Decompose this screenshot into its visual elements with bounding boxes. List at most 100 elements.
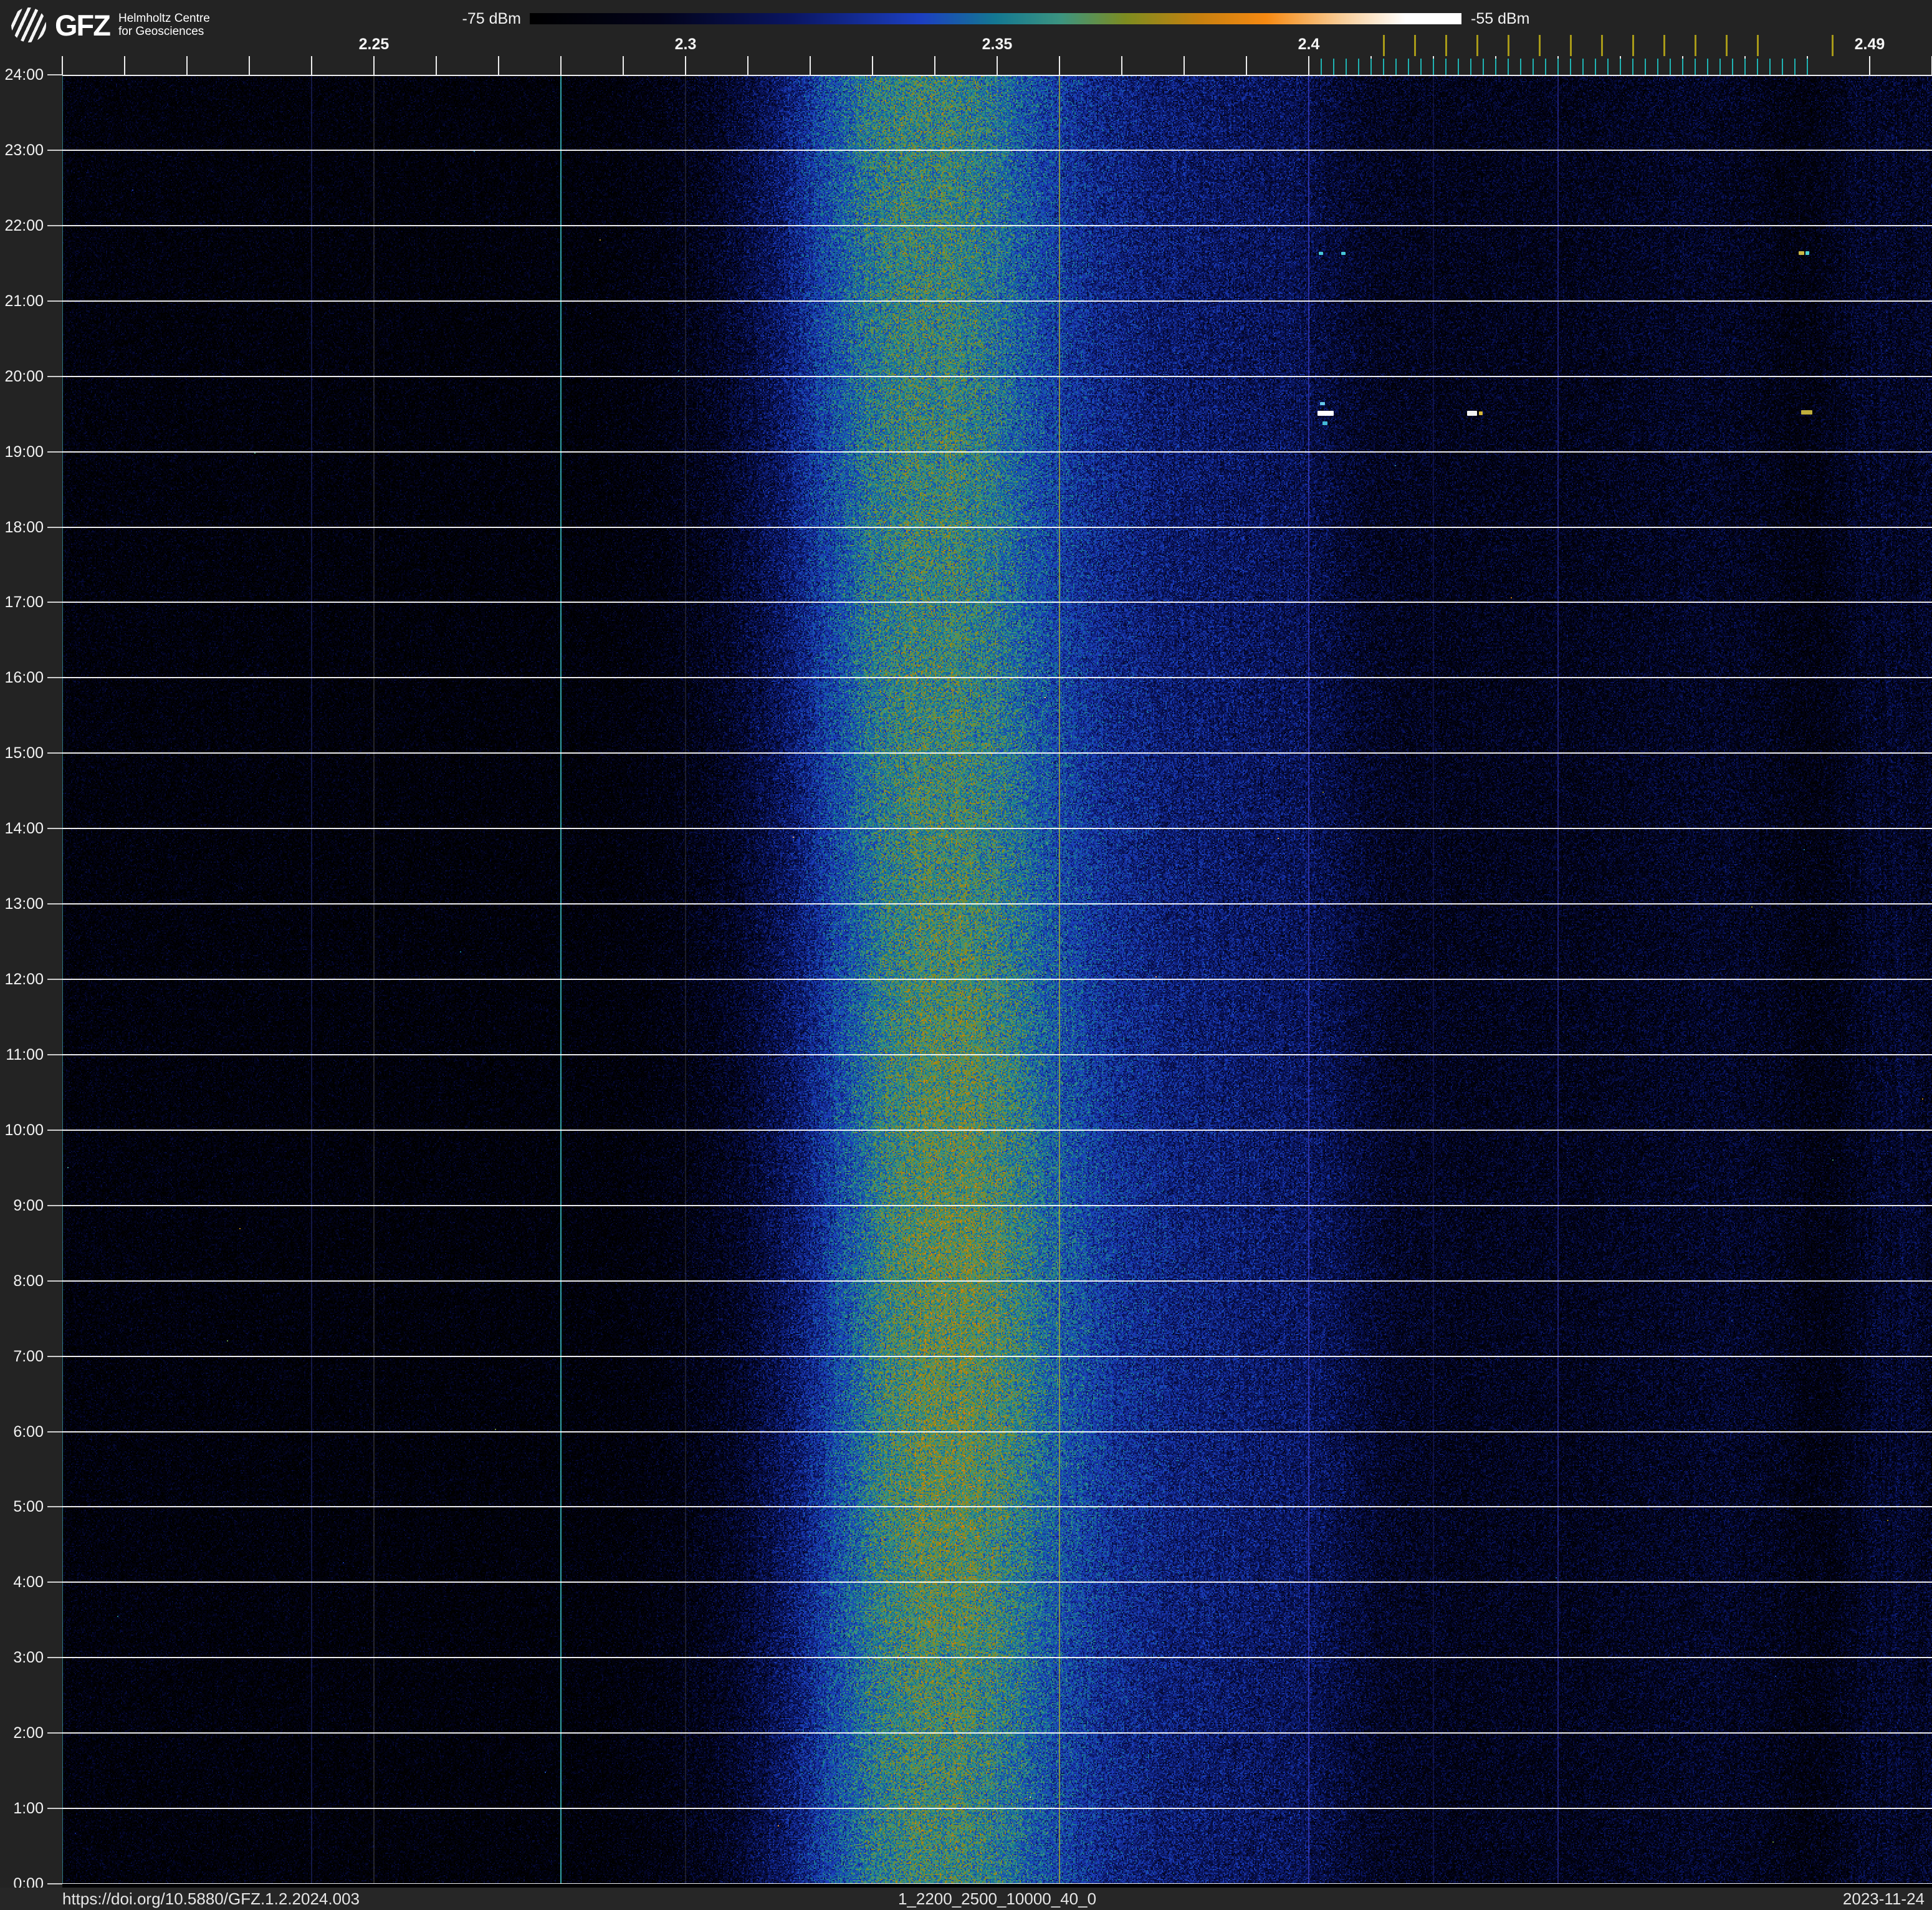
bluetooth-channel-tick [1495, 59, 1496, 75]
time-tick-label: 20:00 [0, 368, 44, 385]
time-tick [47, 376, 62, 377]
wifi-channel-tick [1383, 35, 1385, 56]
bluetooth-channel-tick [1395, 59, 1397, 75]
time-tick-label: 16:00 [0, 669, 44, 686]
brand-subtitle-line2: for Geosciences [118, 25, 204, 38]
bluetooth-channel-tick [1321, 59, 1322, 75]
frequency-tick [1059, 56, 1060, 75]
frequency-tick [124, 56, 125, 75]
gfz-logo-icon [11, 7, 46, 42]
signal-artifact [1319, 252, 1323, 255]
frequency-axis: 2.25 2.3 2.35 2.4 2.49 [0, 0, 1932, 75]
time-tick [47, 602, 62, 603]
gfz-logo: GFZ Helmholtz Centre for Geosciences [11, 7, 210, 42]
frequency-tick [623, 56, 624, 75]
time-tick [47, 74, 62, 75]
hour-gridline [62, 150, 1932, 151]
signal-artifact [1320, 402, 1325, 405]
wifi-channel-tick [1508, 35, 1509, 56]
hour-gridline [62, 1506, 1932, 1507]
frequency-tick-label: 2.3 [648, 35, 723, 54]
bluetooth-channel-tick [1782, 59, 1783, 75]
wifi-channel-tick [1601, 35, 1603, 56]
bluetooth-channel-tick [1794, 59, 1796, 75]
time-tick-label: 23:00 [0, 142, 44, 159]
time-tick [47, 1054, 62, 1055]
signal-artifact [1317, 411, 1334, 416]
signal-artifact [1799, 251, 1804, 255]
time-tick-label: 21:00 [0, 292, 44, 310]
bluetooth-channel-tick [1757, 59, 1758, 75]
bluetooth-channel-tick [1595, 59, 1596, 75]
time-tick-label: 8:00 [0, 1272, 44, 1290]
colorbar-gradient [530, 13, 1461, 24]
bluetooth-channel-tick [1370, 59, 1372, 75]
bluetooth-channel-tick [1470, 59, 1471, 75]
time-tick [47, 979, 62, 980]
time-tick-label: 22:00 [0, 217, 44, 234]
bluetooth-channel-tick [1333, 59, 1334, 75]
frequency-tick [373, 56, 375, 75]
frequency-tick [872, 56, 873, 75]
bluetooth-channel-tick [1632, 59, 1633, 75]
time-tick-label: 11:00 [0, 1046, 44, 1063]
frequency-tick [436, 56, 437, 75]
bluetooth-channel-tick [1483, 59, 1484, 75]
time-tick-label: 24:00 [0, 66, 44, 84]
bluetooth-channel-tick [1769, 59, 1771, 75]
time-tick [47, 1280, 62, 1282]
wifi-channel-tick [1632, 35, 1634, 56]
hour-gridline [62, 1205, 1932, 1206]
bluetooth-channel-tick [1670, 59, 1671, 75]
wifi-channel-tick [1539, 35, 1541, 56]
hour-gridline [62, 1732, 1932, 1734]
bluetooth-channel-tick [1445, 59, 1447, 75]
time-tick [47, 1431, 62, 1432]
time-tick-label: 13:00 [0, 895, 44, 913]
frequency-tick [997, 56, 998, 75]
frequency-tick [685, 56, 686, 75]
time-tick [47, 527, 62, 528]
frequency-tick [934, 56, 935, 75]
signal-artifact [1479, 411, 1483, 415]
time-tick-label: 7:00 [0, 1348, 44, 1365]
frequency-tick-label: 2.49 [1832, 35, 1907, 54]
time-tick-label: 3:00 [0, 1649, 44, 1666]
bluetooth-channel-tick [1458, 59, 1459, 75]
bluetooth-channel-tick [1508, 59, 1509, 75]
bluetooth-channel-tick [1420, 59, 1422, 75]
colorbar-min-label: -75 dBm [405, 10, 521, 27]
hour-gridline [62, 979, 1932, 980]
bluetooth-channel-tick [1620, 59, 1621, 75]
hour-gridline [62, 527, 1932, 528]
hour-gridline [62, 1356, 1932, 1357]
brand-text: GFZ [55, 8, 110, 42]
time-tick [47, 1356, 62, 1357]
frequency-tick [560, 56, 562, 75]
colorbar-max-label: -55 dBm [1471, 10, 1595, 27]
wifi-channel-tick [1726, 35, 1728, 56]
time-tick-label: 2:00 [0, 1724, 44, 1742]
bluetooth-channel-tick [1557, 59, 1559, 75]
time-tick [47, 300, 62, 302]
hour-gridline [62, 300, 1932, 302]
frequency-tick [747, 56, 748, 75]
time-tick [47, 1130, 62, 1131]
time-tick [47, 1581, 62, 1583]
frequency-tick [186, 56, 188, 75]
spectrogram-page: 2.25 2.3 2.35 2.4 2.49 24:00 23:00 22:00 21:00 2… [0, 0, 1932, 1910]
frequency-tick-label: 2.35 [960, 35, 1035, 54]
bluetooth-channel-tick [1682, 59, 1683, 75]
hour-gridline [62, 75, 1932, 76]
wifi-channel-tick [1445, 35, 1447, 56]
time-tick [47, 150, 62, 151]
frequency-tick-label: 2.25 [337, 35, 411, 54]
bluetooth-channel-tick [1408, 59, 1409, 75]
frequency-tick [1184, 56, 1185, 75]
bluetooth-channel-tick [1607, 59, 1609, 75]
time-tick-label: 4:00 [0, 1573, 44, 1591]
hour-gridline [62, 376, 1932, 377]
hour-gridline [62, 451, 1932, 453]
wifi-channel-tick [1663, 35, 1665, 56]
bluetooth-channel-tick [1582, 59, 1584, 75]
